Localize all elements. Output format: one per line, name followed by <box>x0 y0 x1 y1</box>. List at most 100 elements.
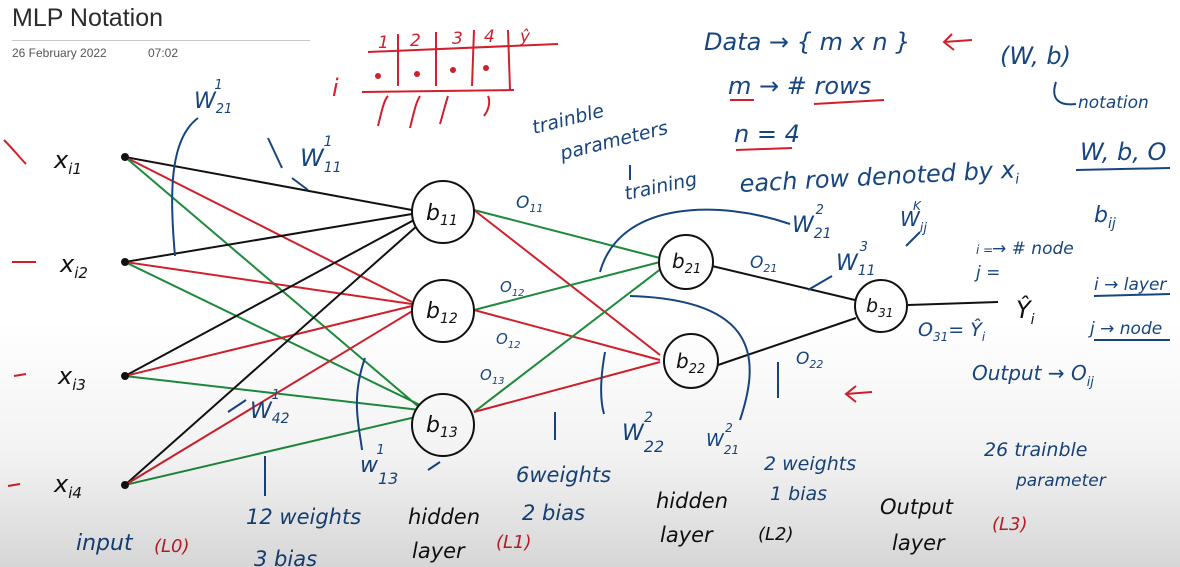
edge-b31-output <box>907 301 999 306</box>
output-yhat: Ŷi <box>1016 294 1035 328</box>
label-w21-1: W211 <box>194 78 232 117</box>
label-n-eq: n = 4 <box>734 120 800 148</box>
label-wbo: W, b, O <box>1080 138 1166 166</box>
arrow-w11-3 <box>807 275 833 291</box>
label-w11-3: W113 <box>836 240 876 279</box>
label-training: training <box>622 168 699 205</box>
table-dot-3 <box>450 67 456 73</box>
handwritten-text: xi1 xi2 xi3 xi4 b11 b12 b13 b21 b22 b31 … <box>53 27 1167 567</box>
neuron-nodes <box>411 180 908 457</box>
arrow-notation <box>1053 81 1077 106</box>
edge-x4-b11 <box>124 224 419 486</box>
label-hidden-1a: hidden <box>408 505 480 529</box>
input-dot-3 <box>121 372 129 380</box>
label-o12: O12 <box>500 278 525 299</box>
ink-canvas: xi1 xi2 xi3 xi4 b11 b12 b13 b21 b22 b31 … <box>3 27 1171 567</box>
label-hidden-2b: layer <box>660 523 714 547</box>
input-dots <box>121 153 129 489</box>
table-dot-1 <box>375 73 381 79</box>
red-mark-x1 <box>3 139 27 165</box>
arrow-w11-1 <box>267 137 283 169</box>
table-dot-2 <box>414 71 420 77</box>
table-row-i: i <box>332 74 339 102</box>
table-arrow-1 <box>377 95 389 127</box>
label-w21-2-bot: W212 <box>706 421 739 457</box>
label-output-a: Output <box>880 495 954 519</box>
node-b22 <box>663 333 719 389</box>
label-o12b: O12 <box>496 330 521 351</box>
red-mark-x4 <box>7 483 21 487</box>
edge-x2-b11 <box>124 213 413 263</box>
label-hidden-1b: layer <box>412 539 466 563</box>
label-output-note: Output → Oij <box>972 361 1094 390</box>
red-underline-rows <box>813 99 885 105</box>
label-i-layer: i → layer <box>1094 275 1167 295</box>
label-wjk: WijK <box>900 199 927 236</box>
label-w22-2: W222 <box>622 410 664 456</box>
edge-b22-b31 <box>717 317 857 366</box>
label-2-weights: 2 weights <box>764 453 856 475</box>
label-i-eq: i = <box>976 243 993 257</box>
red-arrow-data <box>942 33 973 51</box>
label-l0: (L0) <box>154 536 190 557</box>
label-data: Data → { m x n } <box>704 28 911 56</box>
label-each-row: each row denoted by xi <box>739 155 1020 202</box>
underline-wbo <box>1075 167 1171 171</box>
label-o11: O11 <box>516 193 543 215</box>
label-26-trainable-1: 26 trainble <box>984 439 1087 461</box>
edge-b11-b21 <box>473 209 661 259</box>
label-w11-1: W111 <box>300 134 342 176</box>
label-1-bias: 1 bias <box>770 483 827 505</box>
table-header-1: 1 <box>378 33 389 53</box>
label-26-trainable-2: parameter <box>1015 471 1107 491</box>
label-w21-2-top: W212 <box>792 203 832 242</box>
label-3-bias: 3 bias <box>254 547 317 567</box>
input-x3: xi3 <box>57 362 86 394</box>
table-header-2: 2 <box>410 31 421 51</box>
input-x2: xi2 <box>59 250 88 282</box>
label-l3: (L3) <box>992 514 1028 535</box>
input-x1: xi1 <box>53 146 82 178</box>
red-mark-x3 <box>13 373 27 377</box>
label-2-bias: 2 bias <box>522 501 585 525</box>
input-dot-4 <box>121 481 129 489</box>
input-x4: xi4 <box>53 470 82 502</box>
label-j-node: j → node <box>1088 319 1162 339</box>
label-6-weights: 6weights <box>516 463 611 487</box>
label-o22: O22 <box>796 349 823 371</box>
blue-underlines <box>1075 167 1171 341</box>
table-arrow-2 <box>409 95 421 129</box>
connections-input-to-l1 <box>124 156 421 486</box>
label-trainable-1: trainble <box>530 100 606 139</box>
label-hidden-2a: hidden <box>656 489 728 513</box>
red-marks <box>3 33 973 487</box>
arrow-w42 <box>227 399 247 413</box>
label-12-weights: 12 weights <box>246 505 361 529</box>
arrow-wk <box>905 231 921 247</box>
red-arrow-output <box>844 385 873 403</box>
red-underline-n <box>735 147 793 151</box>
edge-b13-b22 <box>473 361 661 413</box>
node-b11 <box>411 180 475 244</box>
table-col-3 <box>471 29 475 87</box>
table-header-3: 3 <box>452 29 463 49</box>
connections-l2-to-out <box>711 265 999 366</box>
label-w13-1: w131 <box>360 443 398 488</box>
label-l2: (L2) <box>758 524 794 545</box>
arrow-hidden-b13 <box>427 461 441 471</box>
table-dot-4 <box>483 65 489 71</box>
table-header-5: ŷ <box>519 27 531 47</box>
edge-x1-b11 <box>124 156 413 211</box>
label-m-rows: m → # rows <box>728 72 871 100</box>
label-j-eq: j = <box>974 263 1000 283</box>
table-arrow-4 <box>483 95 491 117</box>
table-header-4: 4 <box>484 27 495 47</box>
table-col-4 <box>507 29 511 91</box>
label-notation: notation <box>1078 93 1149 113</box>
label-bij: bij <box>1094 203 1116 232</box>
label-wb: (W, b) <box>1000 42 1071 70</box>
label-o21: O21 <box>750 253 777 275</box>
label-o13: O13 <box>480 366 505 387</box>
edge-b21-b31 <box>711 265 856 301</box>
input-dot-2 <box>121 258 129 266</box>
